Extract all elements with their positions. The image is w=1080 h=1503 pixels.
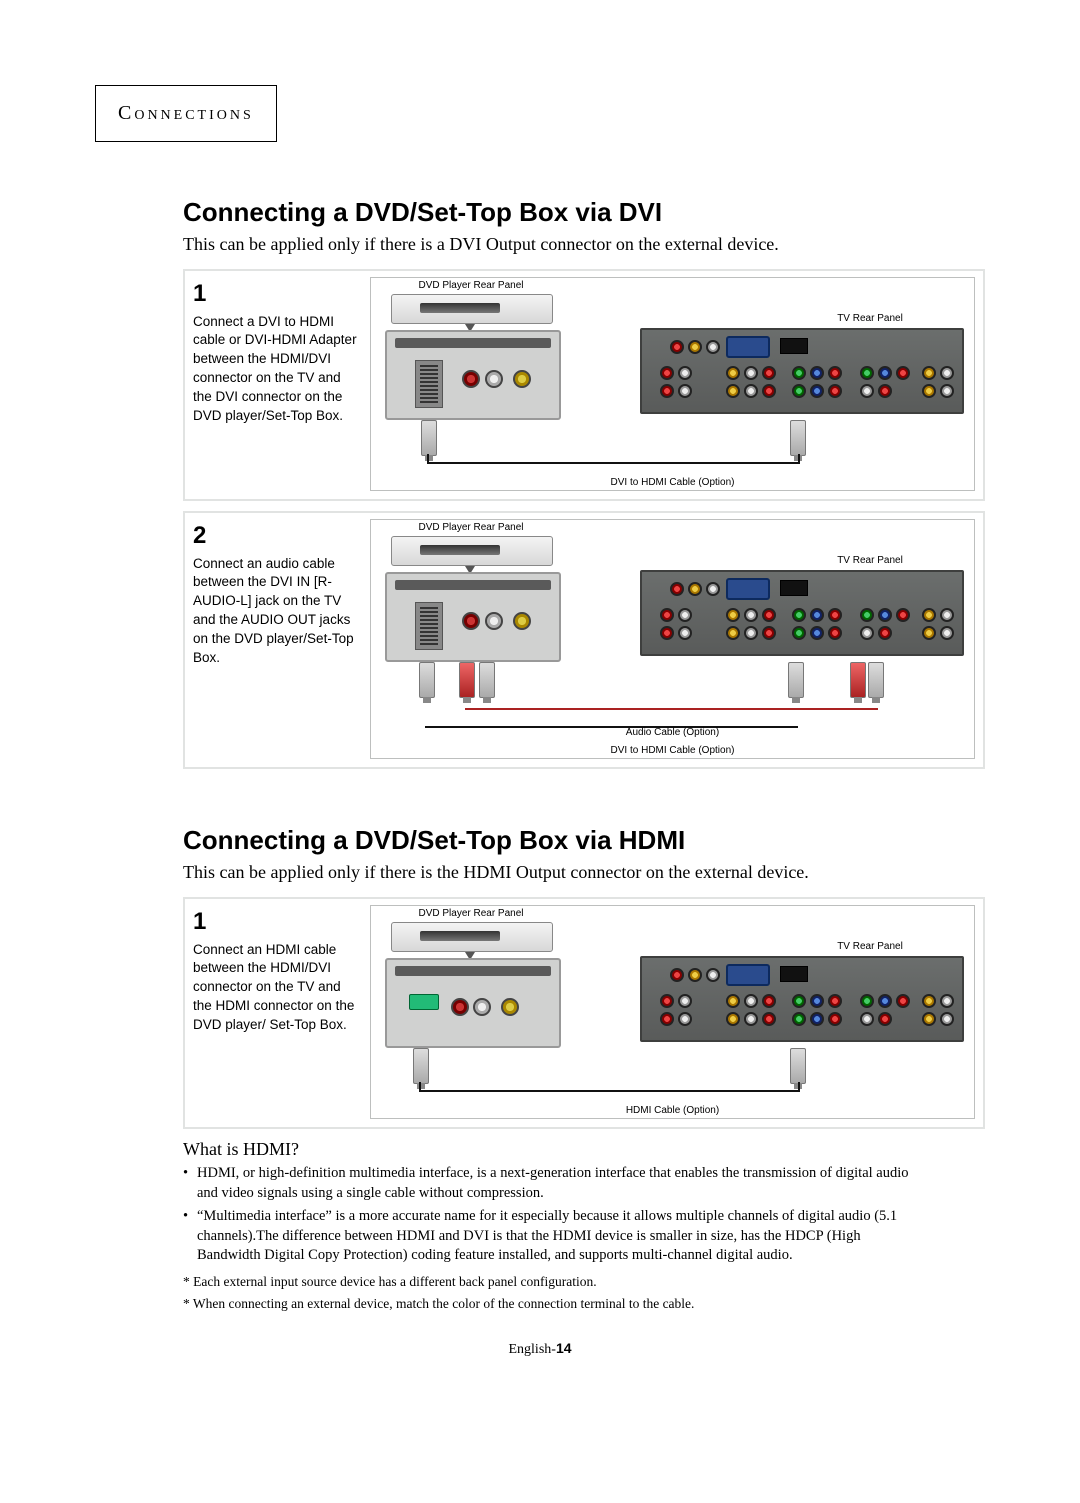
footnote-item: * When connecting an external device, ma… xyxy=(183,1294,925,1314)
dvd-player-icon xyxy=(391,922,553,952)
connection-diagram: DVD Player Rear Panel TV Rear Panel xyxy=(370,519,975,759)
footnotes: * Each external input source device has … xyxy=(183,1272,925,1315)
footnote-item: * Each external input source device has … xyxy=(183,1272,925,1292)
step-dvi-1: 1 Connect a DVI to HDMI cable or DVI-HDM… xyxy=(183,269,985,501)
audio-plug-white-icon xyxy=(868,662,884,698)
step-number: 1 xyxy=(193,277,358,311)
tv-panel-label: TV Rear Panel xyxy=(790,941,950,952)
step-number: 2 xyxy=(193,519,358,553)
hdmi-plug-icon xyxy=(790,420,806,456)
connection-diagram: DVD Player Rear Panel TV Rear Panel xyxy=(370,277,975,491)
hdmi-plug-icon xyxy=(790,1048,806,1084)
tv-rear-panel xyxy=(640,956,964,1042)
audio-plug-red-icon xyxy=(459,662,475,698)
bullet-item: HDMI, or high-definition multimedia inte… xyxy=(183,1164,925,1203)
dvd-panel-label: DVD Player Rear Panel xyxy=(401,280,541,291)
step-text: Connect a DVI to HDMI cable or DVI-HDMI … xyxy=(193,313,358,426)
chapter-label: Connections xyxy=(118,102,254,124)
step-text: Connect an audio cable between the DVI I… xyxy=(193,555,358,668)
page-num-value: 14 xyxy=(556,1340,572,1356)
cable-label: HDMI Cable (Option) xyxy=(371,1105,974,1116)
audio-cable-label: Audio Cable (Option) xyxy=(371,727,974,738)
step-number: 1 xyxy=(193,905,358,939)
tv-panel-label: TV Rear Panel xyxy=(790,313,950,324)
tv-panel-label: TV Rear Panel xyxy=(790,555,950,566)
audio-plug-red-icon xyxy=(850,662,866,698)
step-dvi-2: 2 Connect an audio cable between the DVI… xyxy=(183,511,985,769)
dvd-player-icon xyxy=(391,536,553,566)
bullet-item: “Multimedia interface” is a more accurat… xyxy=(183,1207,925,1266)
cable-label: DVI to HDMI Cable (Option) xyxy=(371,477,974,488)
dvi-plug-icon xyxy=(419,662,435,698)
dvd-player-icon xyxy=(391,294,553,324)
chapter-heading-box: Connections xyxy=(95,85,277,142)
section-title-hdmi: Connecting a DVD/Set-Top Box via HDMI xyxy=(95,825,985,856)
dvd-panel-label: DVD Player Rear Panel xyxy=(401,908,541,919)
hdmi-plug-icon xyxy=(413,1048,429,1084)
audio-plug-white-icon xyxy=(479,662,495,698)
dvd-rear-panel xyxy=(385,330,561,420)
step-text: Connect an HDMI cable between the HDMI/D… xyxy=(193,941,358,1035)
section-subtitle-dvi: This can be applied only if there is a D… xyxy=(95,234,985,255)
page-number: English-14 xyxy=(95,1340,985,1358)
dvd-rear-panel xyxy=(385,572,561,662)
hdmi-info-bullets: HDMI, or high-definition multimedia inte… xyxy=(183,1164,925,1266)
hdmi-info-heading: What is HDMI? xyxy=(183,1139,985,1160)
tv-rear-panel xyxy=(640,570,964,656)
tv-rear-panel xyxy=(640,328,964,414)
dvd-rear-panel xyxy=(385,958,561,1048)
dvd-panel-label: DVD Player Rear Panel xyxy=(401,522,541,533)
connection-diagram: DVD Player Rear Panel TV Rear Panel xyxy=(370,905,975,1119)
cable-label: DVI to HDMI Cable (Option) xyxy=(371,745,974,756)
section-title-dvi: Connecting a DVD/Set-Top Box via DVI xyxy=(95,197,985,228)
hdmi-plug-icon xyxy=(788,662,804,698)
step-hdmi-1: 1 Connect an HDMI cable between the HDMI… xyxy=(183,897,985,1129)
section-subtitle-hdmi: This can be applied only if there is the… xyxy=(95,862,985,883)
page-lang: English- xyxy=(508,1342,555,1357)
dvi-plug-icon xyxy=(421,420,437,456)
